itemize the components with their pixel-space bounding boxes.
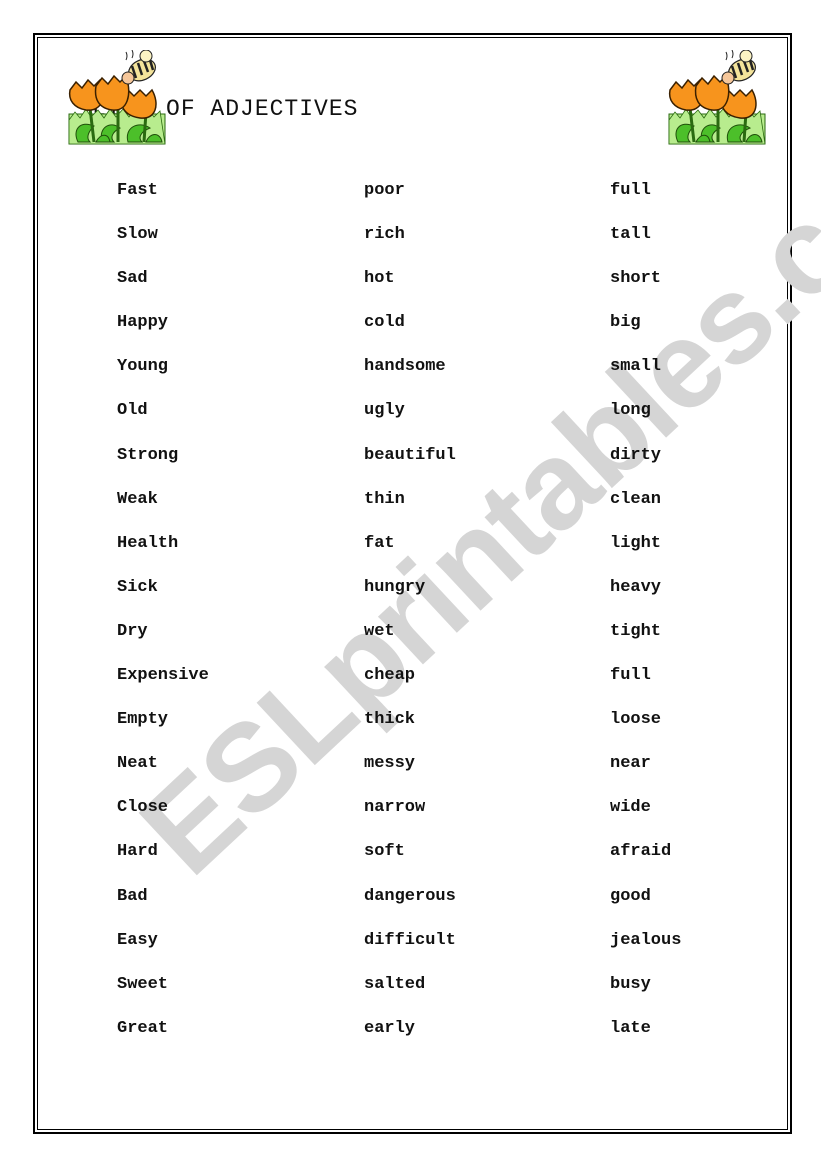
adjective-word: jealous <box>610 930 682 950</box>
adjective-word: thin <box>364 489 405 509</box>
adjective-word: Great <box>117 1018 169 1038</box>
adjective-word: Bad <box>117 886 148 906</box>
adjective-word: narrow <box>364 798 426 818</box>
adjective-word: soft <box>364 842 405 862</box>
adjective-word: Close <box>117 798 169 818</box>
adjective-word: Sick <box>117 577 158 597</box>
adjective-word: Strong <box>117 445 179 465</box>
adjective-word: wet <box>364 621 395 641</box>
adjective-word: cold <box>364 313 405 333</box>
adjective-word: hungry <box>364 577 426 597</box>
adjective-word: rich <box>364 225 405 245</box>
adjective-word: cheap <box>364 666 416 686</box>
adjective-word: tall <box>610 225 651 245</box>
adjective-word: Empty <box>117 710 169 730</box>
adjective-word: busy <box>610 974 651 994</box>
adjective-word: Young <box>117 357 169 377</box>
adjective-word: near <box>610 754 651 774</box>
adjective-word: Hard <box>117 842 158 862</box>
adjective-word: Sweet <box>117 974 169 994</box>
adjective-word: poor <box>364 181 405 200</box>
adjective-word: clean <box>610 489 662 509</box>
adjective-word: loose <box>610 710 662 730</box>
adjective-word: early <box>364 1018 416 1038</box>
tulips-bee-clipart-left <box>68 50 166 145</box>
adjective-word: good <box>610 886 651 906</box>
adjective-word: Expensive <box>117 666 209 686</box>
adjective-column-1: Fast Slow Sad Happy Young Old Strong Weak Health… <box>117 180 209 1062</box>
adjective-word: late <box>610 1018 651 1038</box>
adjective-word: afraid <box>610 842 672 862</box>
adjective-word: long <box>610 401 651 421</box>
adjective-word: Neat <box>117 754 158 774</box>
adjective-word: handsome <box>364 357 446 377</box>
adjective-word: big <box>610 313 641 333</box>
adjective-word: dangerous <box>364 886 456 906</box>
tulips-bee-clipart-right <box>668 50 766 145</box>
adjective-word: tight <box>610 621 662 641</box>
adjective-word: messy <box>364 754 416 774</box>
adjective-word: light <box>610 533 662 553</box>
tulip-bee-icon <box>668 50 766 145</box>
adjective-word: short <box>610 269 662 289</box>
adjective-word: fat <box>364 533 395 553</box>
adjective-word: Slow <box>117 225 158 245</box>
tulip-bee-icon <box>68 50 166 145</box>
adjective-word: full <box>610 181 651 200</box>
adjective-word: small <box>610 357 662 377</box>
adjective-column-2: poor rich hot cold handsome ugly beautiful thin… <box>364 180 456 1062</box>
adjective-word: full <box>610 666 651 686</box>
adjective-word: dirty <box>610 445 662 465</box>
adjective-word: heavy <box>610 577 662 597</box>
adjective-word: thick <box>364 710 416 730</box>
adjective-word: Happy <box>117 313 169 333</box>
adjective-word: Sad <box>117 269 148 289</box>
adjective-word: wide <box>610 798 651 818</box>
adjective-column-3: full tall short big small long dirty clean light… <box>610 180 681 1062</box>
adjective-word: Dry <box>117 621 148 641</box>
adjective-word: ugly <box>364 401 405 421</box>
adjective-word: Weak <box>117 489 158 509</box>
adjective-word: Easy <box>117 930 158 950</box>
adjective-word: salted <box>364 974 426 994</box>
adjective-word: Old <box>117 401 148 421</box>
adjective-word: beautiful <box>364 445 456 465</box>
adjective-word: Health <box>117 533 179 553</box>
adjective-word: difficult <box>364 930 456 950</box>
adjective-word: hot <box>364 269 395 289</box>
adjective-word: Fast <box>117 181 158 200</box>
